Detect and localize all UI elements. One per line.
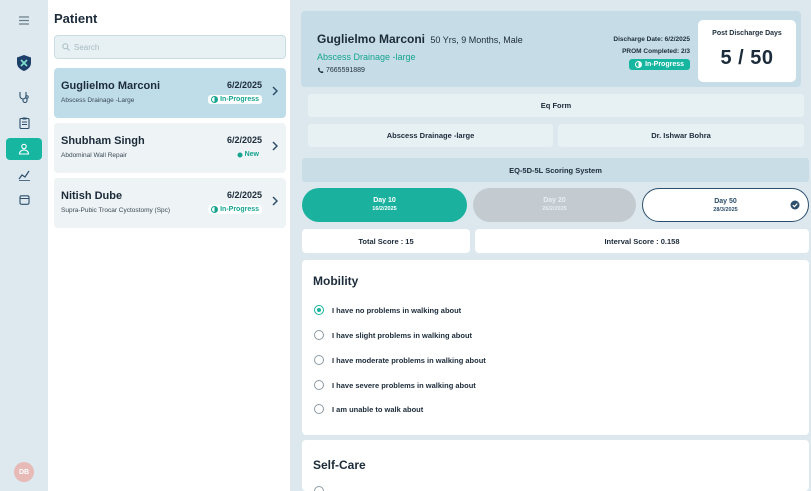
menu-icon[interactable] <box>0 9 48 31</box>
day-date: 26/2/2025 <box>542 206 567 212</box>
radio-option[interactable]: I have no problems in walking about <box>314 305 461 315</box>
patient-list-title: Patient <box>54 11 98 26</box>
doctor-bar: Dr. Ishwar Bohra <box>558 124 804 147</box>
phone-icon <box>318 67 324 73</box>
post-discharge-box: Post Discharge Days 5 / 50 <box>698 20 796 82</box>
form-title-bar: Eq Form <box>308 94 804 117</box>
stethoscope-icon[interactable] <box>0 86 48 108</box>
header-age: 50 Yrs, 9 Months, Male <box>430 35 523 45</box>
radio-button[interactable] <box>314 330 324 340</box>
radio-button[interactable] <box>314 486 324 491</box>
patient-card[interactable]: Shubham Singh Abdominal Wall Repair 6/2/… <box>54 123 286 173</box>
header-status-label: In-Progress <box>645 61 684 68</box>
header-name-text: Guglielmo Marconi <box>317 32 426 46</box>
day-title: Day 50 <box>714 198 737 205</box>
day-tab-10[interactable]: Day 10 16/2/2025 <box>302 188 467 222</box>
patient-detail-panel: Guglielmo Marconi 50 Yrs, 9 Months, Male… <box>290 0 811 491</box>
question-card-mobility: Mobility I have no problems in walking a… <box>302 260 809 435</box>
avatar[interactable]: DB <box>14 462 34 482</box>
progress-icon <box>211 96 219 103</box>
patient-name: Guglielmo Marconi <box>61 80 161 92</box>
form-title: Eq Form <box>540 101 572 110</box>
question-card-self-care: Self-Care <box>302 440 809 491</box>
chevron-right-icon <box>272 86 278 96</box>
radio-option[interactable] <box>314 486 324 491</box>
patient-procedure: Supra-Pubic Trocar Cyctostomy (Spc) <box>61 207 171 214</box>
radio-option[interactable]: I have moderate problems in walking abou… <box>314 355 486 365</box>
phone-number: 7665591889 <box>326 67 365 74</box>
day-tab-20[interactable]: Day 20 26/2/2025 <box>473 188 636 222</box>
post-discharge-value: 5 / 50 <box>720 47 774 69</box>
day-date: 28/3/2025 <box>713 207 738 213</box>
status-badge: In-Progress <box>208 205 262 214</box>
status-label: In-Progress <box>220 96 259 103</box>
header-status-badge: In-Progress <box>629 59 690 70</box>
patient-name: Nitish Dube <box>61 190 123 202</box>
patient-header: Guglielmo Marconi 50 Yrs, 9 Months, Male… <box>301 11 801 87</box>
nav-rail: DB <box>0 0 48 491</box>
radio-button[interactable] <box>314 380 324 390</box>
question-title: Mobility <box>313 274 359 288</box>
option-label: I have severe problems in walking about <box>332 380 476 390</box>
interval-score-text: Interval Score : 0.158 <box>604 236 680 246</box>
clipboard-icon[interactable] <box>0 112 48 134</box>
form-procedure: Abscess Drainage -large <box>386 131 475 140</box>
radio-button[interactable] <box>314 305 324 315</box>
option-label: I am unable to walk about <box>332 404 424 414</box>
prom-completed: PROM Completed: 2/3 <box>622 48 690 55</box>
new-dot-icon <box>237 152 243 157</box>
patient-card[interactable]: Nitish Dube Supra-Pubic Trocar Cyctostom… <box>54 178 286 228</box>
radio-option[interactable]: I have slight problems in walking about <box>314 330 472 340</box>
day-tab-50[interactable]: Day 50 28/3/2025 <box>642 188 809 222</box>
calendar-icon[interactable] <box>0 188 48 210</box>
shield-logo-icon[interactable] <box>0 52 48 74</box>
form-doctor: Dr. Ishwar Bohra <box>651 131 711 140</box>
search-input[interactable] <box>74 42 274 52</box>
header-procedure: Abscess Drainage -large <box>317 52 416 62</box>
search-box[interactable] <box>54 35 286 59</box>
question-title: Self-Care <box>313 458 366 472</box>
analytics-icon[interactable] <box>0 164 48 186</box>
radio-button[interactable] <box>314 404 324 414</box>
option-label: I have slight problems in walking about <box>332 330 473 340</box>
radio-button[interactable] <box>314 355 324 365</box>
header-patient-name: Guglielmo Marconi 50 Yrs, 9 Months, Male <box>317 32 523 46</box>
patient-card[interactable]: Guglielmo Marconi Abscess Drainage -Larg… <box>54 68 286 118</box>
status-badge: In-Progress <box>208 95 262 104</box>
progress-icon <box>211 206 219 213</box>
patient-procedure: Abscess Drainage -Large <box>61 97 135 104</box>
patient-procedure: Abdominal Wall Repair <box>61 152 127 159</box>
option-label: I have no problems in walking about <box>332 305 462 315</box>
chevron-right-icon <box>272 141 278 151</box>
chevron-right-icon <box>272 196 278 206</box>
patient-date: 6/2/2025 <box>226 135 262 145</box>
day-date: 16/2/2025 <box>372 206 397 212</box>
discharge-date: Discharge Date: 6/2/2025 <box>613 36 690 43</box>
status-label: New <box>244 151 259 158</box>
radio-option[interactable]: I am unable to walk about <box>314 404 423 414</box>
total-score: Total Score : 15 <box>302 229 470 253</box>
check-circle-icon <box>790 200 800 210</box>
progress-icon <box>635 61 643 68</box>
status-badge: New <box>234 150 262 159</box>
scoring-system: EQ-5D-5L Scoring System <box>509 165 602 175</box>
patients-icon[interactable] <box>6 138 42 160</box>
status-label: In-Progress <box>220 206 259 213</box>
procedure-bar: Abscess Drainage -large <box>308 124 553 147</box>
day-title: Day 10 <box>373 197 396 204</box>
patient-name: Shubham Singh <box>61 135 145 147</box>
total-score-text: Total Score : 15 <box>358 236 414 246</box>
option-label: I have moderate problems in walking abou… <box>332 355 486 365</box>
interval-score: Interval Score : 0.158 <box>475 229 809 253</box>
header-phone[interactable]: 7665591889 <box>317 67 365 74</box>
radio-option[interactable]: I have severe problems in walking about <box>314 380 476 390</box>
day-title: Day 20 <box>543 197 566 204</box>
post-discharge-label: Post Discharge Days <box>712 30 782 37</box>
patient-date: 6/2/2025 <box>226 80 262 90</box>
scoring-system-bar: EQ-5D-5L Scoring System <box>302 158 809 182</box>
patient-date: 6/2/2025 <box>226 190 262 200</box>
search-icon <box>62 43 70 51</box>
patient-list-panel: Patient Guglielmo Marconi Abscess Draina… <box>48 0 290 491</box>
